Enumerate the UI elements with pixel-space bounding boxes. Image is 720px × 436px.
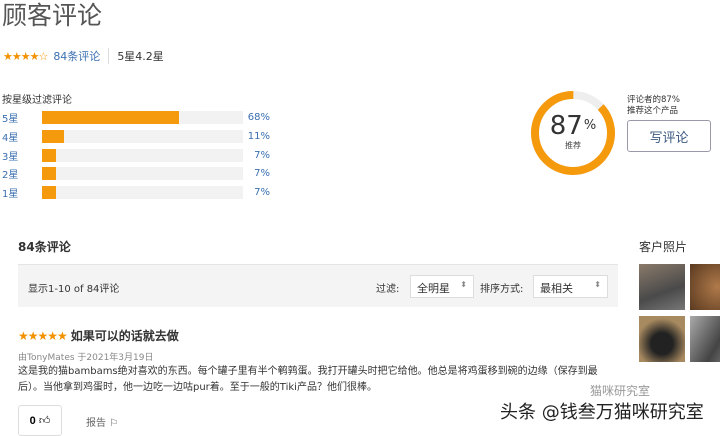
divider [108, 48, 110, 64]
review-count-link[interactable]: 84条评论 [53, 48, 100, 64]
bar-fill [42, 166, 57, 180]
star-label[interactable]: 4星 [2, 129, 42, 144]
star-label[interactable]: 1星 [2, 185, 42, 200]
star-label[interactable]: 3星 [2, 148, 42, 163]
reviews-heading: 84条评论 [18, 240, 71, 254]
bar-fill [42, 185, 57, 199]
customer-photo[interactable] [690, 316, 720, 362]
review-item: ★★★★★ 如果可以的话就去做 由TonyMates 于2021年3月19日 这是… [18, 327, 618, 396]
report-label: 报告 [86, 418, 106, 429]
star-label[interactable]: 2星 [2, 166, 42, 181]
bar-fill [42, 148, 57, 162]
review-title: 如果可以的话就去做 [70, 329, 179, 343]
like-count: 0 [29, 415, 36, 427]
recommend-line2: 推荐这个产品 [627, 106, 679, 116]
watermark: 头条 @钱叁万猫咪研究室 [500, 402, 704, 423]
customer-photo[interactable] [639, 316, 685, 362]
star-percent: 7% [254, 186, 270, 198]
recommend-sub: 推荐 [565, 141, 581, 150]
select-arrows-icon: ⬍ [460, 280, 467, 289]
star-filter-row-5[interactable]: 5星 68% [2, 110, 272, 125]
rating-summary: ★★★★☆ 84条评论 5星4.2星 [3, 48, 164, 64]
filter-label: 过滤: [376, 284, 400, 295]
star-filter-row-1[interactable]: 1星 7% [2, 185, 272, 200]
bar-track [42, 129, 243, 143]
bar-track [42, 185, 243, 199]
recommend-unit: % [583, 118, 597, 133]
star-percent: 68% [247, 111, 270, 123]
recommend-number: 87 [549, 111, 583, 141]
sort-value: 最相关 [540, 282, 573, 295]
page-title: 顾客评论 [2, 1, 103, 30]
star-percent: 7% [254, 167, 270, 179]
review-stars-icon: ★★★★★ [18, 328, 68, 343]
thumbs-up-icon: 👍︎ [38, 415, 51, 427]
bar-track [42, 148, 243, 162]
reviews-toolbar: 显示1-10 of 84评论 过滤: 全明星 ⬍ 排序方式: 最相关 ⬍ [18, 264, 618, 307]
flag-icon: ⚐ [109, 418, 119, 429]
customer-photos-heading: 客户照片 [639, 240, 688, 254]
review-byline: 由TonyMates 于2021年3月19日 [18, 353, 154, 363]
star-percent: 7% [254, 149, 270, 161]
write-review-button[interactable]: 写评论 [627, 120, 711, 152]
star-filter-row-4[interactable]: 4星 11% [2, 129, 272, 144]
average-rating: 5星4.2星 [117, 50, 164, 63]
bar-track [42, 110, 243, 124]
bar-fill [42, 129, 65, 143]
recommend-value: 87% 推荐 [530, 112, 616, 151]
watermark-small: 猫咪研究室 [590, 384, 651, 398]
report-link[interactable]: 报告 ⚐ [86, 414, 118, 429]
customer-photo[interactable] [639, 264, 685, 310]
sort-label: 排序方式: [480, 284, 524, 295]
recommend-line1: 评论者的87% [627, 95, 680, 105]
recommend-text: 评论者的87% 推荐这个产品 [627, 95, 680, 117]
showing-count: 显示1-10 of 84评论 [28, 284, 120, 295]
select-arrows-icon: ⬍ [594, 280, 601, 289]
helpful-button[interactable]: 0 👍︎ [18, 405, 62, 436]
sort-select[interactable]: 最相关 ⬍ [533, 275, 608, 298]
star-label[interactable]: 5星 [2, 110, 42, 125]
star-filter-row-2[interactable]: 2星 7% [2, 166, 272, 181]
bar-track [42, 166, 243, 180]
filter-select[interactable]: 全明星 ⬍ [410, 275, 474, 298]
star-percent: 11% [247, 130, 270, 142]
filter-value: 全明星 [417, 282, 450, 295]
bar-fill [42, 110, 179, 124]
filter-by-stars-label: 按星级过滤评论 [2, 95, 72, 106]
customer-photo[interactable] [690, 264, 720, 310]
rating-stars-icon: ★★★★☆ [3, 49, 48, 63]
review-body: 这是我的猫bambams绝对喜欢的东西。每个罐子里有半个鹌鹑蛋。我打开罐头时把它… [18, 366, 598, 393]
star-filter-row-3[interactable]: 3星 7% [2, 148, 272, 163]
